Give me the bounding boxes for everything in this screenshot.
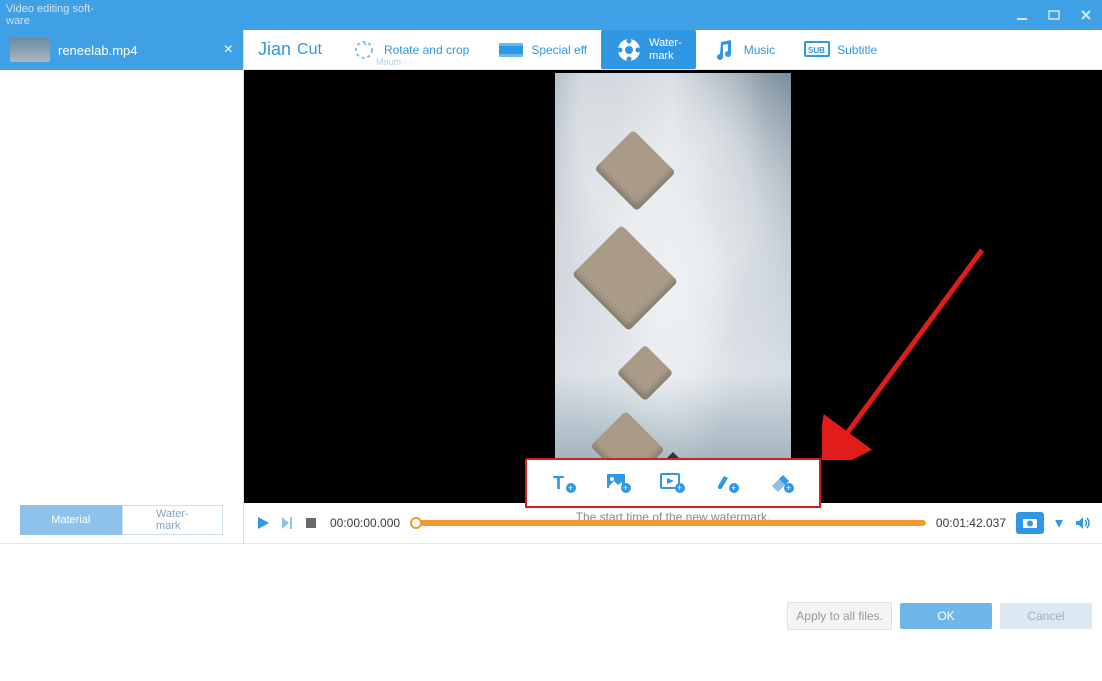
- bottom-panel: Apply to all files. OK Cancel: [0, 543, 1102, 638]
- music-icon: [710, 36, 738, 64]
- watermark-icon: [615, 36, 643, 64]
- special-effects-icon: [497, 36, 525, 64]
- time-end-label: 00:01:42.037: [936, 516, 1006, 530]
- stop-button[interactable]: [302, 514, 320, 532]
- play-buttons: [254, 514, 320, 532]
- ok-button[interactable]: OK: [900, 603, 992, 629]
- volume-button[interactable]: [1074, 514, 1092, 532]
- app-title: Video editing soft- ware: [6, 3, 94, 27]
- timeline-thumb[interactable]: [410, 517, 422, 529]
- rotate-icon: [350, 36, 378, 64]
- erase-watermark-button[interactable]: +: [767, 470, 797, 496]
- sidebar-tabs: Material Water- mark: [20, 505, 223, 535]
- playback-controls: 00:00:00.000 00:01:42.037 ▾: [244, 503, 1102, 543]
- main-toolbar: Jian Cut Rotate and crop Mouth Special e…: [244, 30, 1102, 70]
- remove-watermark-button[interactable]: +: [712, 470, 742, 496]
- subtitle-label: Subtitle: [837, 43, 877, 57]
- svg-text:+: +: [731, 483, 736, 493]
- add-video-watermark-button[interactable]: +: [658, 470, 688, 496]
- add-image-watermark-button[interactable]: +: [604, 470, 634, 496]
- close-icon[interactable]: ×: [224, 41, 233, 59]
- timeline-slider[interactable]: [410, 520, 926, 526]
- file-name: reneelab.mp4: [58, 43, 216, 58]
- tool-subtitle[interactable]: SUB Subtitle: [789, 30, 891, 69]
- snapshot-dropdown[interactable]: ▾: [1050, 514, 1068, 532]
- snapshot-button[interactable]: [1016, 512, 1044, 534]
- tool-cut[interactable]: Jian Cut: [244, 30, 336, 69]
- svg-text:SUB: SUB: [808, 46, 825, 55]
- file-tab[interactable]: reneelab.mp4 ×: [0, 30, 243, 70]
- apply-all-toggle[interactable]: Apply to all files.: [787, 602, 892, 630]
- tool-watermark[interactable]: Water- mark: [601, 30, 696, 69]
- file-thumbnail: [10, 38, 50, 62]
- tool-rotate[interactable]: Rotate and crop Mouth: [336, 30, 483, 69]
- music-label: Music: [744, 43, 775, 57]
- sidebar-body: [0, 70, 243, 505]
- tool-music[interactable]: Music: [696, 30, 789, 69]
- svg-text:+: +: [677, 483, 682, 493]
- right-controls: ▾: [1016, 512, 1092, 534]
- window-controls: [1012, 5, 1096, 25]
- sidebar-tab-watermark[interactable]: Water- mark: [122, 505, 224, 535]
- titlebar: Video editing soft- ware: [0, 0, 1102, 30]
- step-button[interactable]: [278, 514, 296, 532]
- play-button[interactable]: [254, 514, 272, 532]
- svg-text:+: +: [568, 483, 573, 493]
- footer: Apply to all files. OK Cancel: [10, 602, 1092, 630]
- svg-text:T: T: [553, 473, 564, 493]
- tool-special-effects[interactable]: Special eff: [483, 30, 601, 69]
- editor-panel: Jian Cut Rotate and crop Mouth Special e…: [244, 30, 1102, 543]
- rotate-label: Rotate and crop: [384, 43, 469, 57]
- add-text-watermark-button[interactable]: T+: [549, 470, 579, 496]
- sidebar-tab-material[interactable]: Material: [20, 505, 122, 535]
- minimize-button[interactable]: [1012, 5, 1032, 25]
- svg-text:+: +: [786, 483, 791, 493]
- watermark-toolbar-inner: T+ + + + + The start time of the new wat…: [525, 458, 821, 508]
- special-label: Special eff: [531, 43, 587, 57]
- time-start-label: 00:00:00.000: [330, 516, 400, 530]
- cancel-button[interactable]: Cancel: [1000, 603, 1092, 629]
- apply-all-label: Apply to all files.: [796, 609, 883, 623]
- annotation-arrow: [822, 240, 1002, 460]
- watermark-toolbar: T+ + + + + The start time of the new wat…: [525, 458, 821, 508]
- subtitle-icon: SUB: [803, 36, 831, 64]
- cut-label-jian: Jian: [258, 39, 291, 60]
- watermark-label: Water- mark: [649, 37, 682, 61]
- close-button[interactable]: [1076, 5, 1096, 25]
- cut-label: Cut: [297, 41, 322, 59]
- video-frame[interactable]: [555, 73, 791, 501]
- mouth-label: Mouth: [376, 57, 401, 67]
- svg-text:+: +: [623, 483, 628, 493]
- sidebar: reneelab.mp4 × Material Water- mark: [0, 30, 244, 543]
- video-viewer: T+ + + + + The start time of the new wat…: [244, 70, 1102, 503]
- maximize-button[interactable]: [1044, 5, 1064, 25]
